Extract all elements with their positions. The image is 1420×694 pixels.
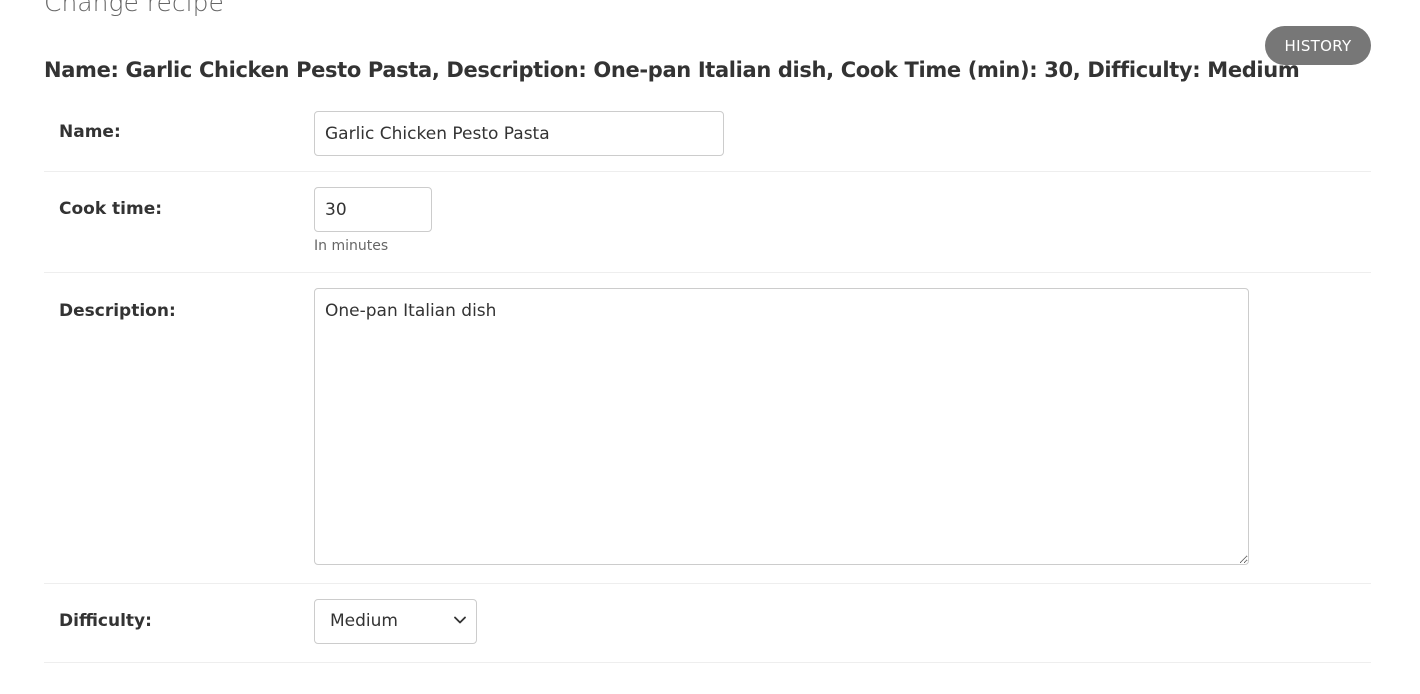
description-textarea[interactable]: One-pan Italian dish <box>314 288 1249 565</box>
change-recipe-page: Change recipe HISTORY Name: Garlic Chick… <box>0 0 1420 694</box>
name-input[interactable] <box>314 111 724 156</box>
form-row-description: Description: One-pan Italian dish <box>44 273 1371 584</box>
form-row-name: Name: <box>44 96 1371 172</box>
page-title: Change recipe <box>44 0 224 17</box>
cook-time-input[interactable] <box>314 187 432 232</box>
cook-time-help-text: In minutes <box>314 238 389 254</box>
difficulty-selected-value: Medium <box>330 611 398 631</box>
name-label: Name: <box>59 122 121 142</box>
form-row-cook-time: Cook time: In minutes <box>44 172 1371 273</box>
difficulty-label: Difficulty: <box>59 611 152 631</box>
form-row-difficulty: Difficulty: Medium <box>44 584 1371 663</box>
description-label: Description: <box>59 301 176 321</box>
chevron-down-icon <box>454 616 466 624</box>
cook-time-label: Cook time: <box>59 199 163 219</box>
difficulty-select[interactable]: Medium <box>314 599 477 644</box>
object-heading: Name: Garlic Chicken Pesto Pasta, Descri… <box>44 58 1300 82</box>
